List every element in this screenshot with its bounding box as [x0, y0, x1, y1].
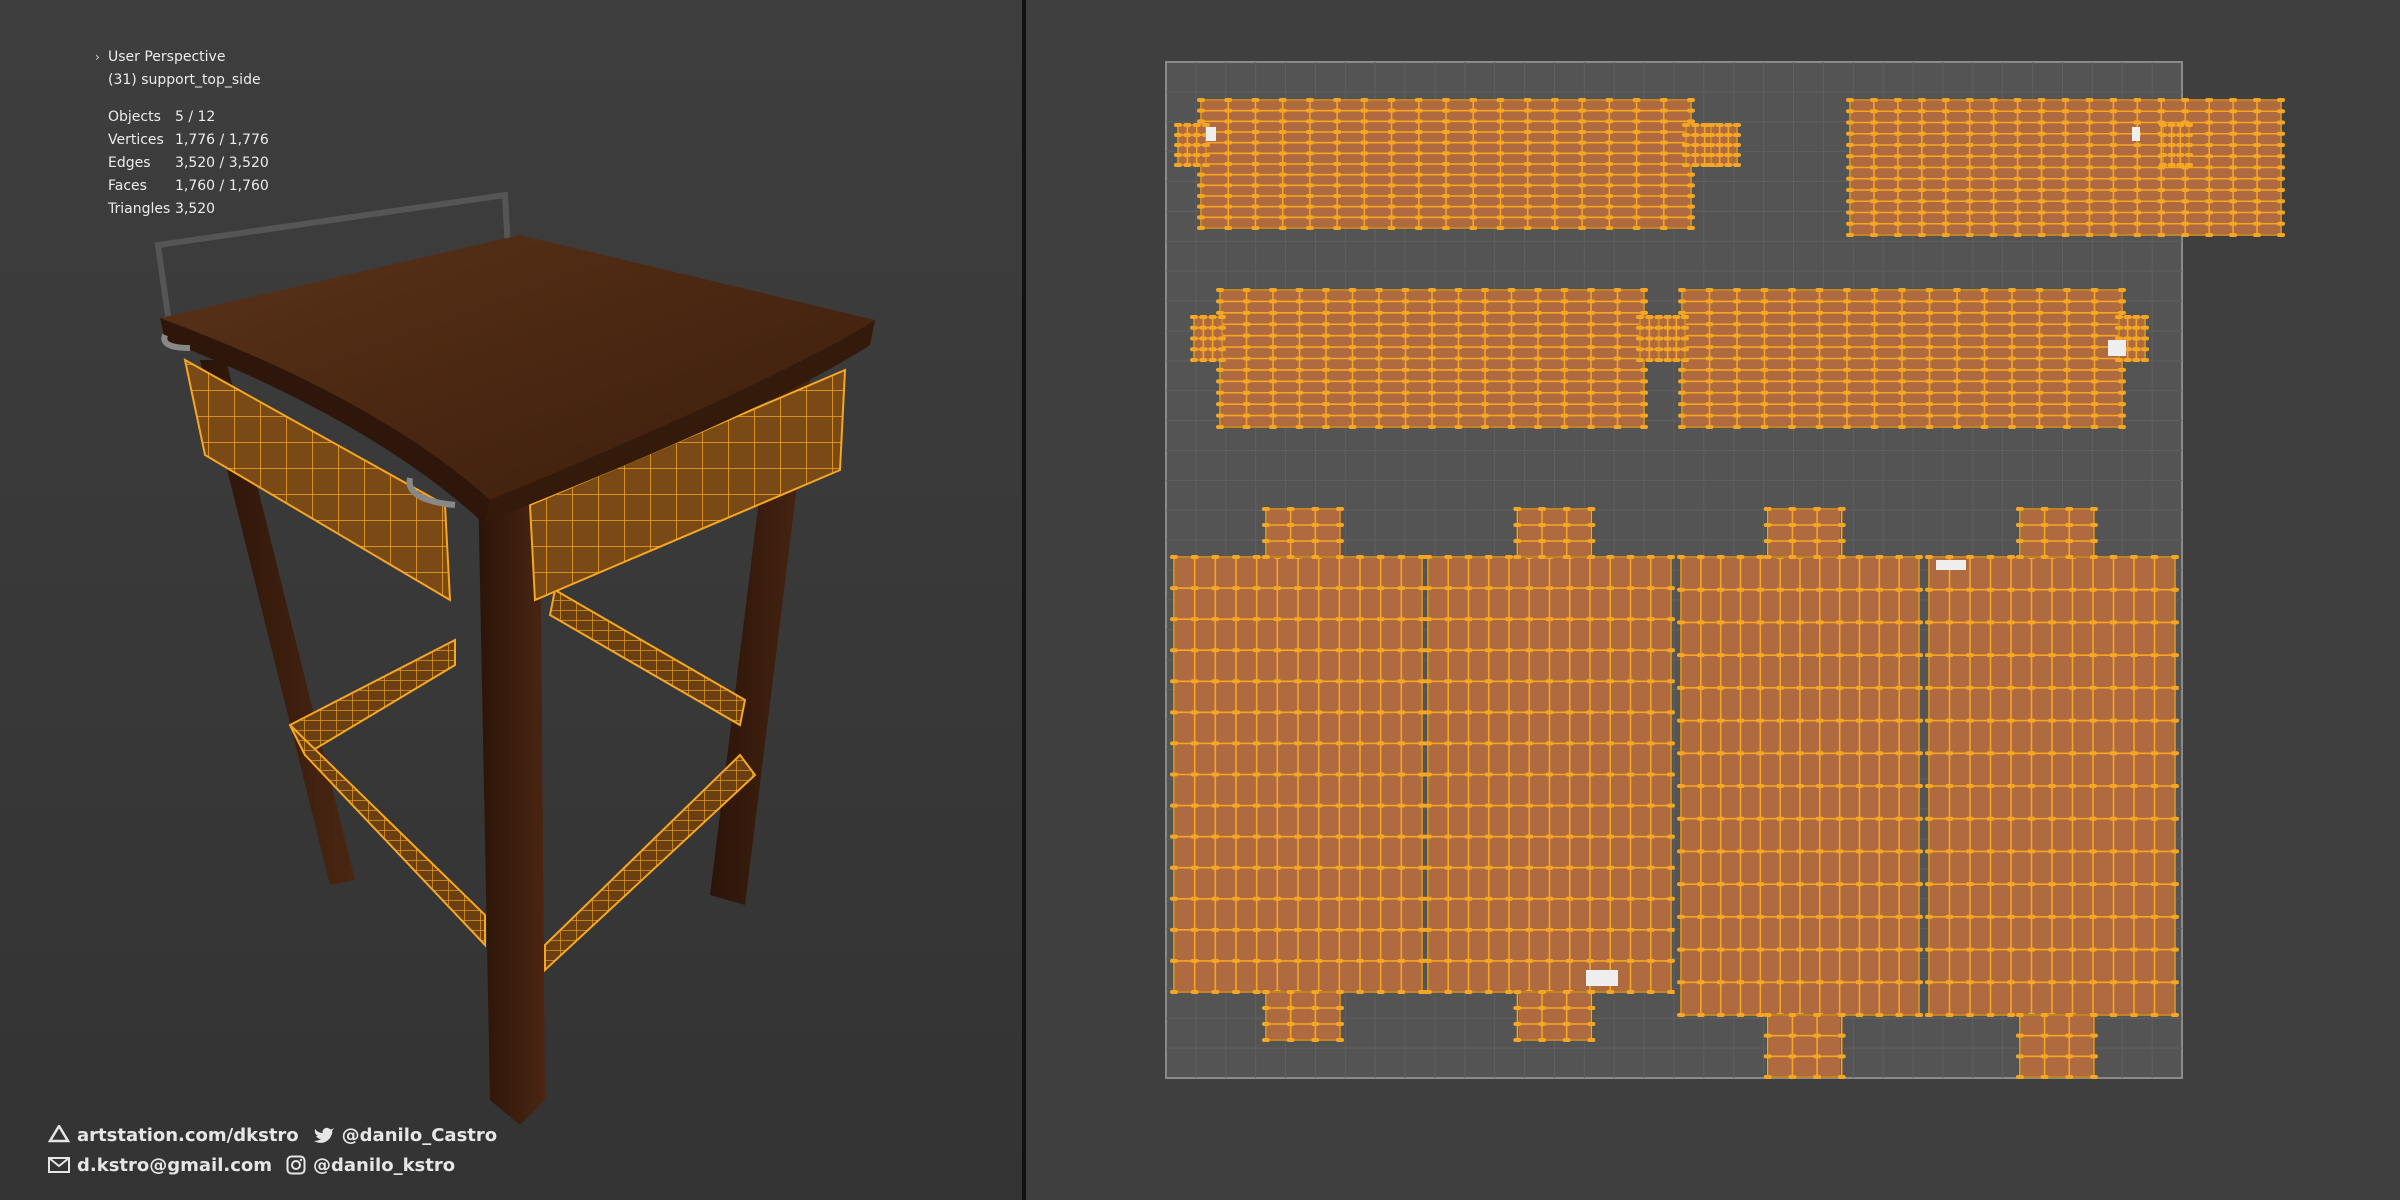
stat-row-faces: Faces 1,760 / 1,760 [108, 178, 269, 194]
uv-marker [1936, 560, 1966, 570]
3d-viewport[interactable]: › User Perspective (31) support_top_side… [0, 0, 1022, 1200]
stat-row-vertices: Vertices 1,776 / 1,776 [108, 132, 269, 148]
uv-island [1766, 1014, 1843, 1078]
contact-footer: artstation.com/dkstro @danilo_Castro d.k… [48, 1120, 511, 1180]
email-link[interactable]: d.kstro@gmail.com [48, 1155, 272, 1176]
uv-marker [1586, 970, 1618, 986]
uv-island [1516, 991, 1593, 1041]
view-name: User Perspective [108, 49, 226, 65]
uv-marker [1206, 127, 1216, 141]
active-object-name: (31) support_top_side [108, 72, 261, 88]
scene-statistics: Objects 5 / 12 Vertices 1,776 / 1,776 Edge… [108, 106, 269, 221]
uv-marker [2108, 340, 2126, 356]
uv-island [2018, 1014, 2095, 1078]
uv-island [1264, 991, 1341, 1041]
stat-row-edges: Edges 3,520 / 3,520 [108, 155, 269, 171]
viewport-info-overlay: › User Perspective (31) support_top_side… [95, 46, 269, 221]
twitter-icon [313, 1127, 334, 1143]
instagram-icon [286, 1155, 306, 1175]
uv-marker [2132, 127, 2140, 141]
uv-island [1264, 508, 1341, 558]
artstation-icon [48, 1125, 70, 1143]
chevron-right-icon[interactable]: › [95, 50, 100, 64]
instagram-link[interactable]: @danilo_kstro [286, 1155, 455, 1176]
uv-island [2018, 508, 2095, 558]
uv-canvas[interactable] [1026, 0, 2400, 1200]
twitter-link[interactable]: @danilo_Castro [313, 1125, 497, 1146]
mail-icon [48, 1157, 70, 1173]
stat-row-triangles: Triangles 3,520 [108, 201, 216, 217]
artstation-link[interactable]: artstation.com/dkstro [48, 1125, 299, 1146]
uv-island [1516, 508, 1593, 558]
stat-row-objects: Objects 5 / 12 [108, 109, 216, 125]
uv-editor[interactable] [1026, 0, 2400, 1200]
uv-island [1766, 508, 1843, 558]
